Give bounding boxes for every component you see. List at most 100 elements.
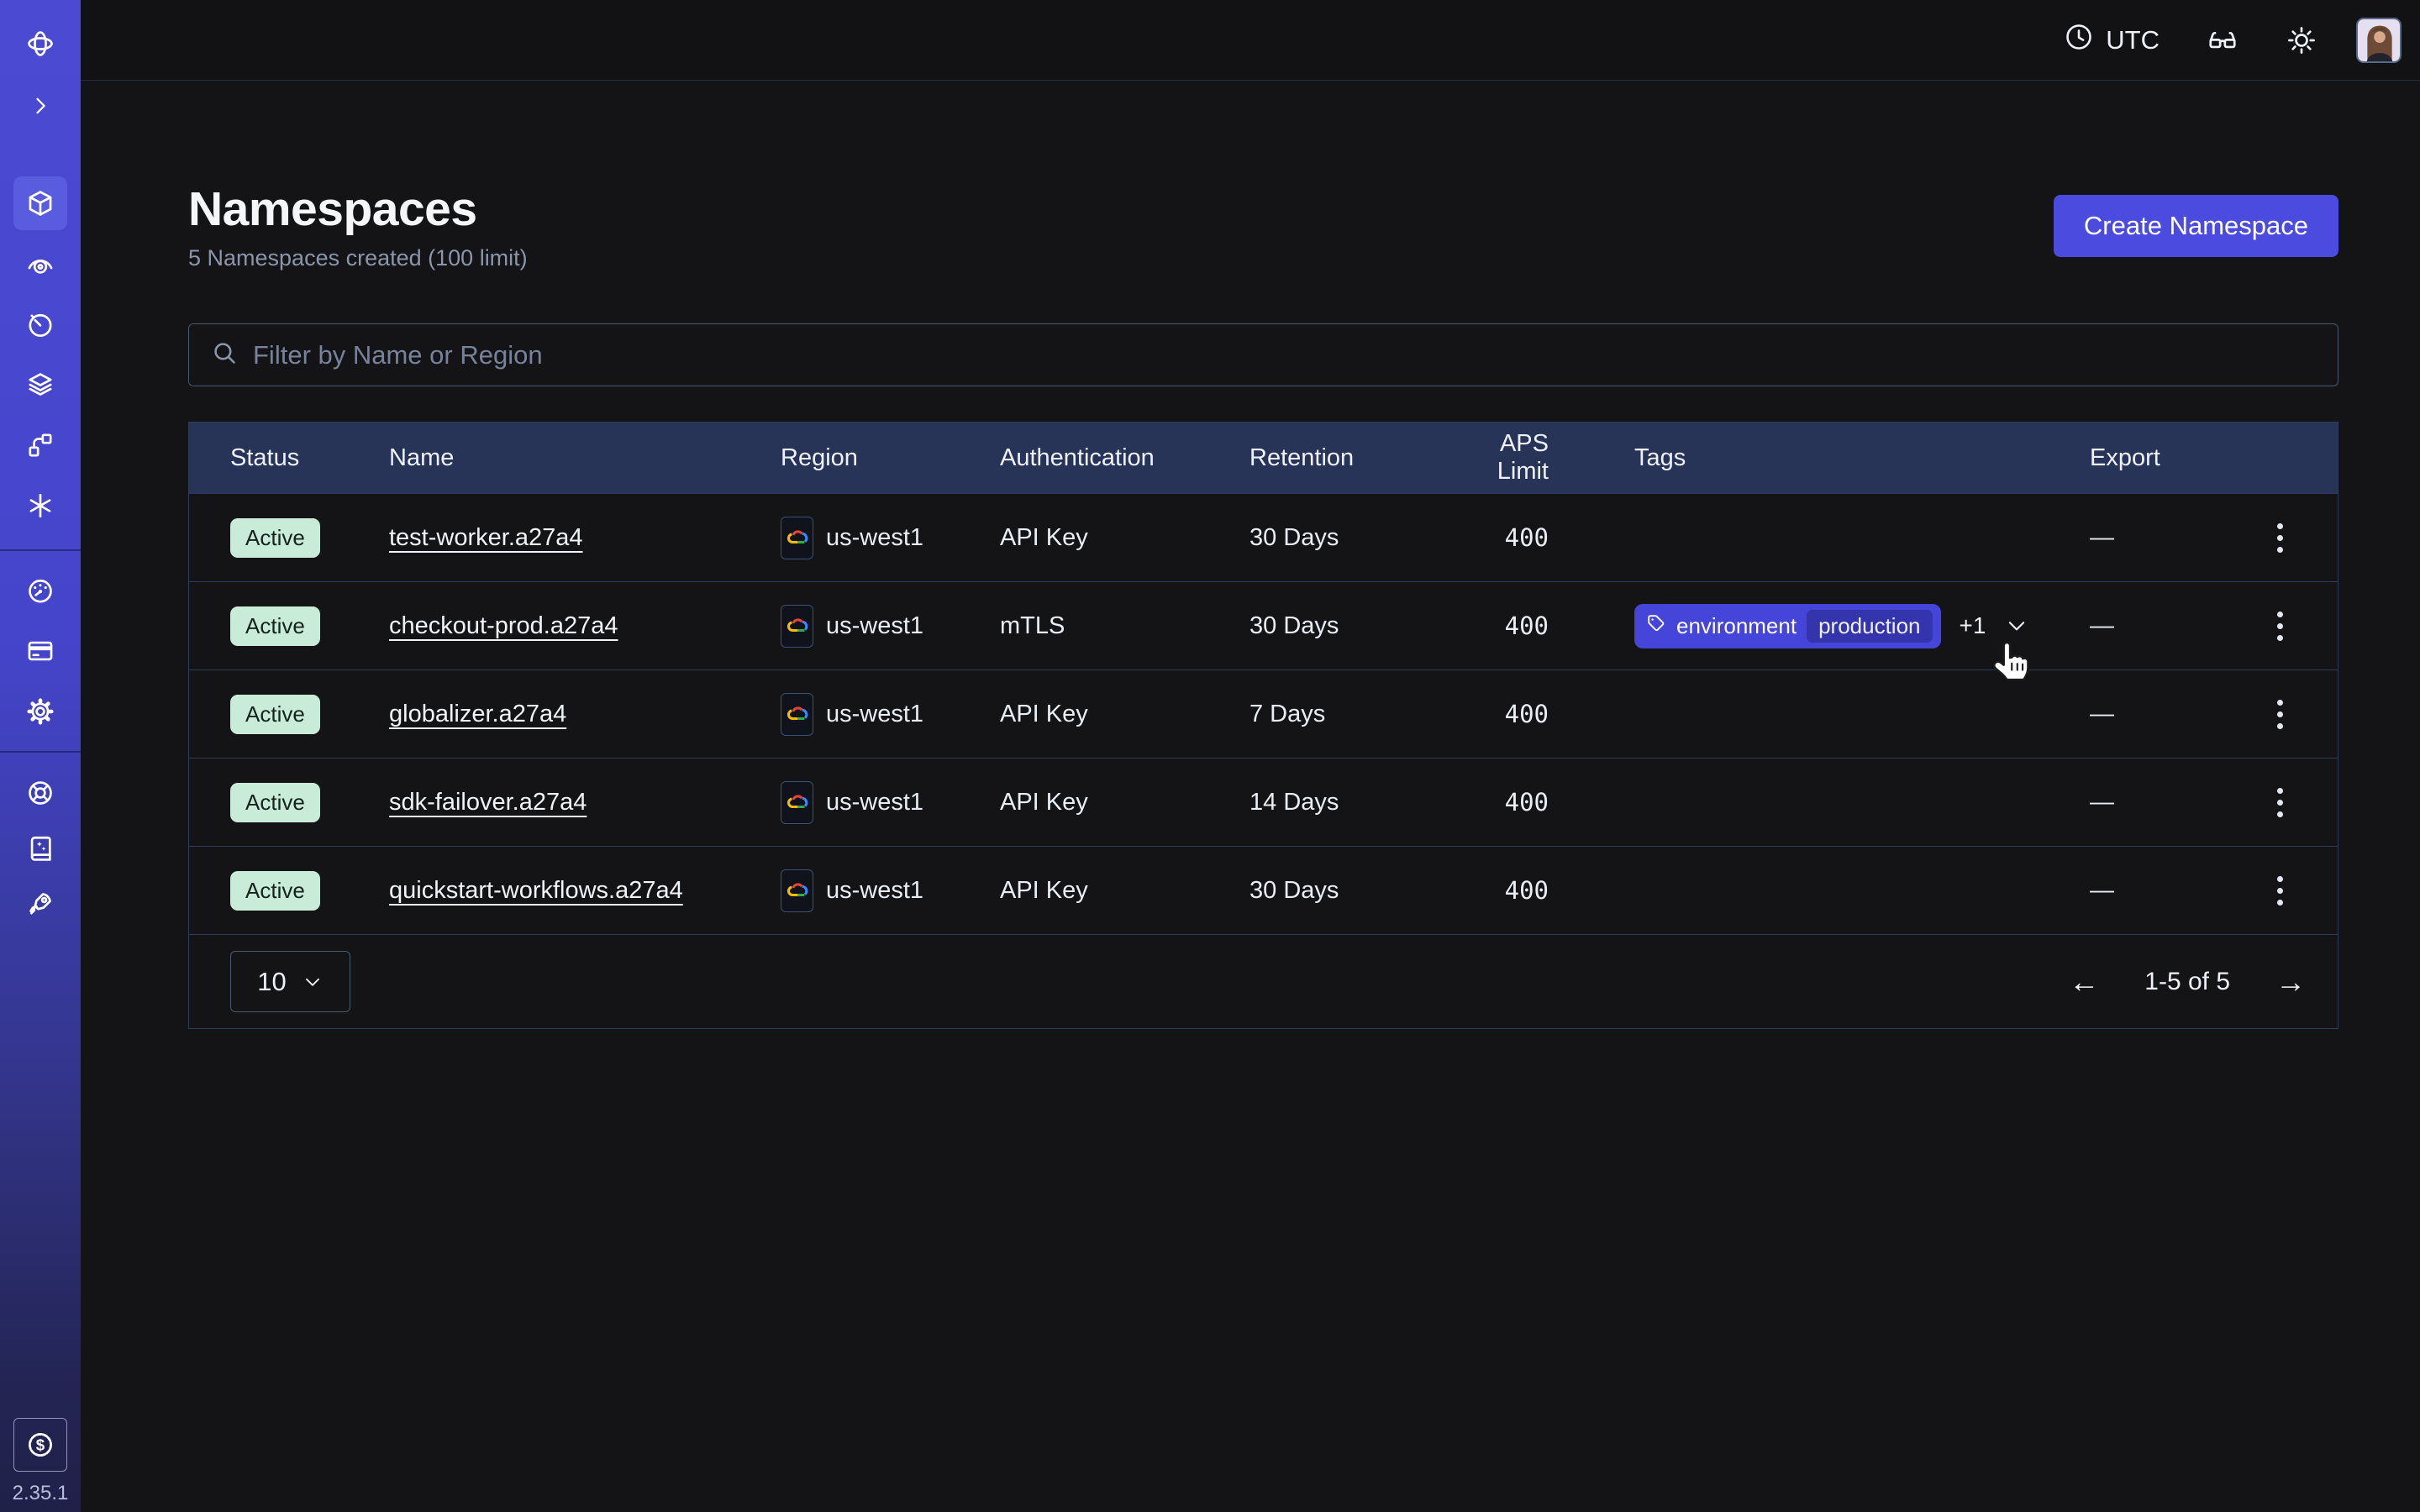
page-size-select[interactable]: 10 [230,951,350,1012]
page-range-label: 1-5 of 5 [2144,968,2230,996]
search-icon [211,339,238,370]
temporal-logo-icon[interactable] [13,17,67,71]
tag-icon [1646,612,1666,640]
billing-dollar-badge-button[interactable]: $ [13,1418,67,1472]
sidebar-item-eye-swirl-icon[interactable] [13,237,67,291]
tag-pill[interactable]: environment production [1634,604,1941,648]
main-content: Namespaces 5 Namespaces created (100 lim… [81,81,2420,1512]
gcp-logo-icon [781,781,813,824]
table-row: Active test-worker.a27a4 us-west1 API Ke… [189,493,2338,581]
chevron-down-icon [302,971,324,993]
namespace-link[interactable]: checkout-prod.a27a4 [389,612,618,639]
sidebar-item-rocket-icon[interactable] [13,877,67,931]
svg-text:$: $ [36,1436,45,1454]
aps-limit-value: 400 [1444,523,1634,552]
sidebar-item-lifebuoy-icon[interactable] [13,766,67,820]
tags-more-count: +1 [1960,612,1986,639]
table-header-row: Status Name Region Authentication Retent… [189,423,2338,493]
sidebar-item-credit-card-icon[interactable] [13,624,67,678]
sidebar-item-book-sparkles-icon[interactable] [13,822,67,875]
sidebar-item-workflow-branch-icon[interactable] [13,418,67,472]
table-row: Active quickstart-workflows.a27a4 us-wes… [189,846,2338,934]
auth-label: API Key [1000,789,1249,816]
create-namespace-button[interactable]: Create Namespace [2054,195,2338,257]
namespaces-table: Status Name Region Authentication Retent… [188,422,2338,1029]
export-value: — [2090,789,2223,816]
sidebar-nav-help [13,766,67,931]
prev-page-arrow[interactable]: ← [2062,963,2106,1000]
status-badge: Active [230,518,320,558]
filter-search [188,323,2338,386]
namespace-link[interactable]: sdk-failover.a27a4 [389,789,587,816]
export-value: — [2090,877,2223,905]
row-menu-kebab-icon[interactable] [2270,605,2290,648]
table-row: Active checkout-prod.a27a4 us-west1 mTLS… [189,581,2338,669]
status-badge: Active [230,783,320,822]
page-subtitle: 5 Namespaces created (100 limit) [188,245,528,271]
sidebar-divider [0,549,81,551]
sidebar-item-layers-icon[interactable] [13,358,67,412]
app-screen: $ 2.35.1 UTC Namespaces 5 Namespaces cre… [0,0,2420,1512]
sidebar-item-gear-icon[interactable] [13,685,67,738]
namespace-link[interactable]: test-worker.a27a4 [389,524,583,551]
auth-label: mTLS [1000,612,1249,640]
row-menu-kebab-icon[interactable] [2270,693,2290,736]
expand-chevron-right-icon[interactable] [13,79,67,133]
col-tags: Tags [1634,444,2090,472]
sidebar-item-gauge-icon[interactable] [13,564,67,617]
export-value: — [2090,524,2223,552]
retention-label: 30 Days [1249,524,1444,552]
search-input[interactable] [253,340,2338,370]
status-badge: Active [230,695,320,734]
gcp-logo-icon [781,517,813,559]
row-menu-kebab-icon[interactable] [2270,869,2290,912]
aps-limit-value: 400 [1444,788,1634,816]
topbar: UTC [81,0,2420,81]
col-aps-limit: APS Limit [1444,430,1634,486]
retention-label: 30 Days [1249,877,1444,905]
version-label: 2.35.1 [13,1482,69,1505]
namespace-link[interactable]: quickstart-workflows.a27a4 [389,877,683,904]
sidebar-item-cube-namespaces[interactable] [13,176,67,230]
export-value: — [2090,701,2223,728]
table-row: Active sdk-failover.a27a4 us-west1 API K… [189,758,2338,846]
col-export: Export [2090,444,2223,472]
retention-label: 30 Days [1249,612,1444,640]
sun-theme-toggle-icon[interactable] [2286,24,2317,56]
tag-key: environment [1676,613,1797,639]
sidebar-item-asterisk-icon[interactable] [13,479,67,533]
col-retention: Retention [1249,444,1444,472]
status-badge: Active [230,871,320,911]
export-value: — [2090,612,2223,640]
avatar[interactable] [2356,18,2402,63]
row-menu-kebab-icon[interactable] [2270,517,2290,559]
aps-limit-value: 400 [1444,700,1634,728]
table-row: Active globalizer.a27a4 us-west1 API Key… [189,669,2338,758]
auth-label: API Key [1000,701,1249,728]
col-name: Name [389,444,781,472]
col-authentication: Authentication [1000,444,1249,472]
timezone-label: UTC [2106,25,2160,55]
region-label: us-west1 [826,524,923,552]
sidebar-item-timer-icon[interactable] [13,297,67,351]
gcp-logo-icon [781,693,813,736]
sidebar-divider [0,751,81,753]
col-status: Status [189,444,389,472]
row-menu-kebab-icon[interactable] [2270,781,2290,824]
region-label: us-west1 [826,877,923,905]
aps-limit-value: 400 [1444,612,1634,640]
retention-label: 7 Days [1249,701,1444,728]
sidebar: $ 2.35.1 [0,0,81,1512]
auth-label: API Key [1000,877,1249,905]
namespace-link[interactable]: globalizer.a27a4 [389,701,566,727]
timezone-selector[interactable]: UTC [2064,22,2160,59]
glasses-icon[interactable] [2207,24,2238,56]
clock-icon [2064,22,2094,59]
auth-label: API Key [1000,524,1249,552]
retention-label: 14 Days [1249,789,1444,816]
page-title: Namespaces [188,183,528,235]
gcp-logo-icon [781,605,813,648]
region-label: us-west1 [826,612,923,640]
next-page-arrow[interactable]: → [2269,963,2312,1000]
tags-expand-chevron-icon[interactable] [2004,613,2029,638]
